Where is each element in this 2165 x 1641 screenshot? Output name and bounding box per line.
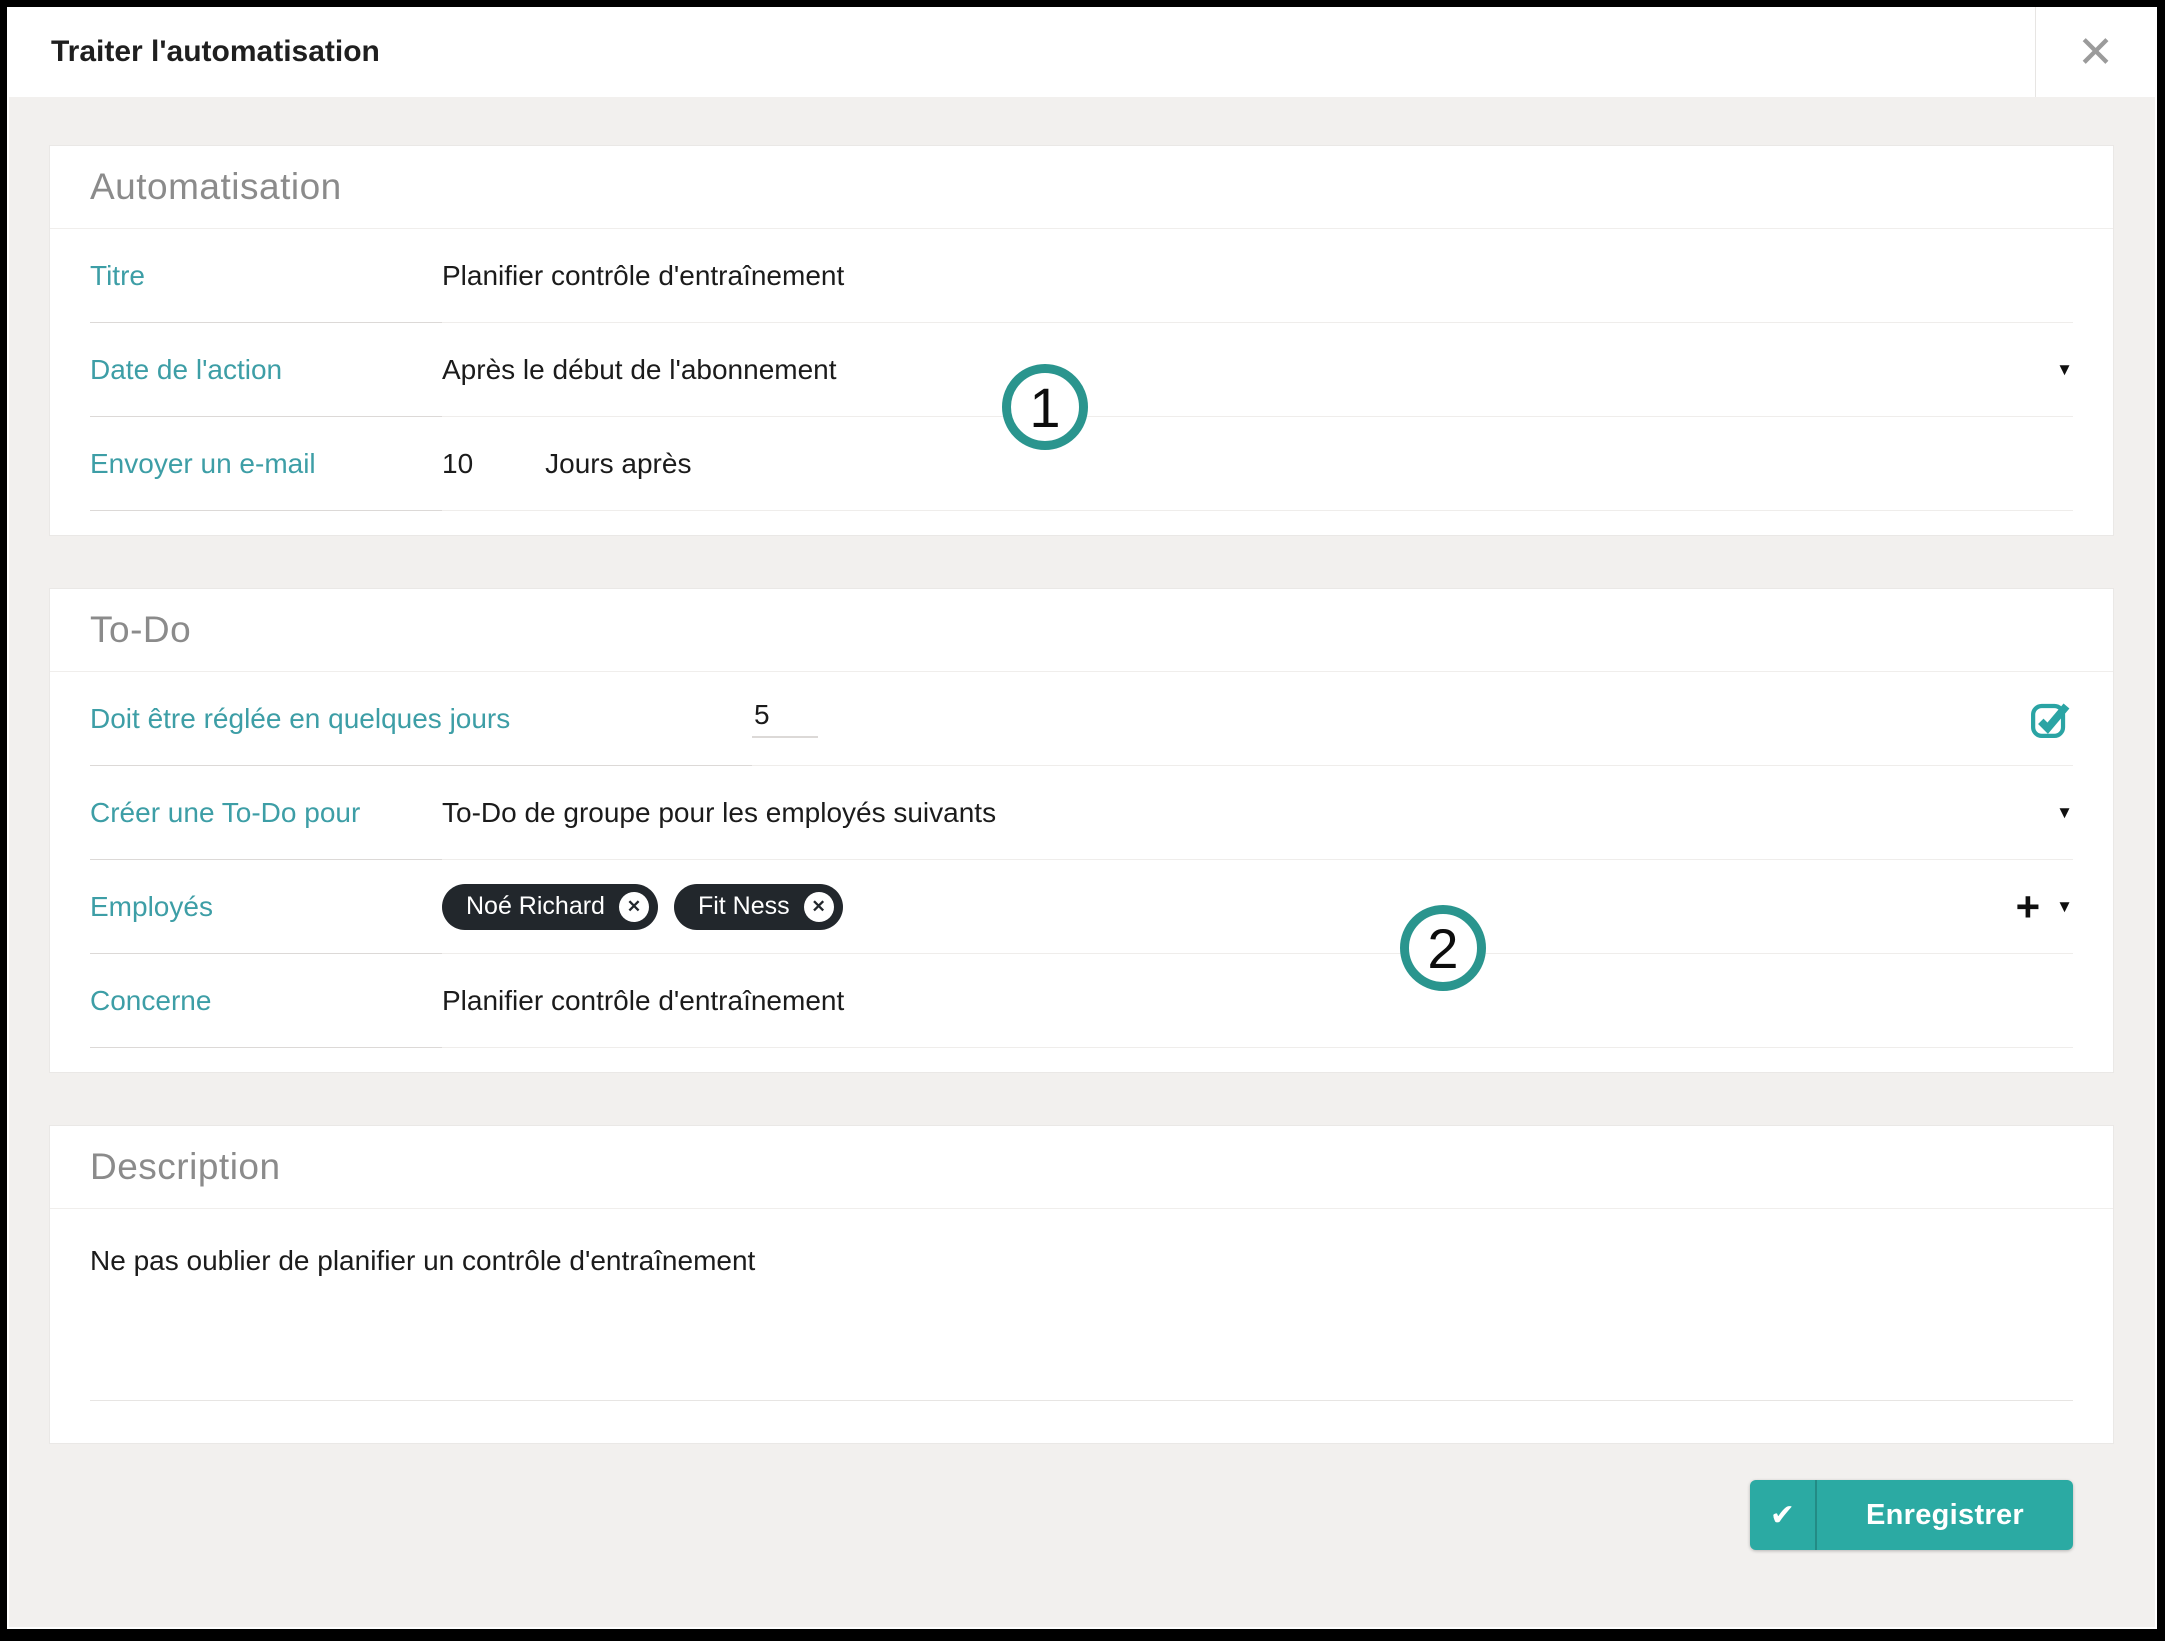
days-count-input[interactable]: 10	[442, 448, 473, 480]
todo-section-title: To-Do	[50, 589, 2113, 672]
due-days-label: Doit être réglée en quelques jours	[90, 703, 752, 735]
save-button[interactable]: ✔ Enregistrer	[1750, 1480, 2073, 1550]
description-section: Description Ne pas oublier de planifier …	[49, 1125, 2114, 1444]
checked-checkbox-icon[interactable]	[2027, 696, 2073, 742]
annotation-step-2: 2	[1400, 905, 1486, 991]
title-input[interactable]: Planifier contrôle d'entraînement	[442, 260, 844, 292]
title-label: Titre	[90, 260, 442, 292]
send-email-label: Envoyer un e-mail	[90, 448, 442, 480]
save-button-label: Enregistrer	[1817, 1499, 2073, 1532]
employee-chips: Noé Richard ✕ Fit Ness ✕	[442, 884, 843, 930]
create-todo-for-label: Créer une To-Do pour	[90, 797, 442, 829]
screenshot-frame: Traiter l'automatisation ✕ Automatisatio…	[0, 0, 2165, 1641]
close-button[interactable]: ✕	[2035, 7, 2155, 97]
todo-rows: Doit être réglée en quelques jours 5 Cré…	[50, 672, 2113, 1072]
employee-chip-name: Noé Richard	[466, 892, 605, 921]
create-todo-for-row: Créer une To-Do pour To-Do de groupe pou…	[90, 766, 2073, 860]
days-after-label: Jours après	[545, 448, 691, 480]
chevron-down-icon[interactable]: ▼	[2056, 898, 2073, 915]
title-row: Titre Planifier contrôle d'entraînement	[90, 229, 2073, 323]
due-days-input[interactable]: 5	[752, 699, 818, 738]
todo-section: To-Do Doit être réglée en quelques jours…	[49, 588, 2114, 1073]
employees-label: Employés	[90, 891, 442, 923]
add-employee-controls: + ▼	[2016, 886, 2073, 928]
employee-chip-name: Fit Ness	[698, 892, 790, 921]
dialog-title: Traiter l'automatisation	[9, 35, 380, 69]
concerns-label: Concerne	[90, 985, 442, 1017]
remove-employee-icon[interactable]: ✕	[804, 892, 834, 922]
automation-section: Automatisation Titre Planifier contrôle …	[49, 145, 2114, 536]
dialog-footer: ✔ Enregistrer	[49, 1444, 2114, 1550]
chevron-down-icon[interactable]: ▼	[2056, 361, 2073, 378]
send-email-row: Envoyer un e-mail 10 Jours après	[90, 417, 2073, 511]
automation-rows: Titre Planifier contrôle d'entraînement …	[50, 229, 2113, 535]
action-date-label: Date de l'action	[90, 354, 442, 386]
dialog-body: Automatisation Titre Planifier contrôle …	[9, 97, 2155, 1627]
automation-section-title: Automatisation	[50, 146, 2113, 229]
employee-chip: Fit Ness ✕	[674, 884, 843, 930]
create-todo-for-select[interactable]: To-Do de groupe pour les employés suivan…	[442, 797, 996, 829]
check-icon: ✔	[1750, 1480, 1817, 1550]
employees-row: Employés Noé Richard ✕ Fit Ness ✕	[90, 860, 2073, 954]
concerns-value[interactable]: Planifier contrôle d'entraînement	[442, 985, 844, 1017]
employee-chip: Noé Richard ✕	[442, 884, 658, 930]
action-date-select[interactable]: Après le début de l'abonnement	[442, 354, 837, 386]
due-days-row: Doit être réglée en quelques jours 5	[90, 672, 2073, 766]
description-section-title: Description	[50, 1126, 2113, 1209]
annotation-step-1: 1	[1002, 364, 1088, 450]
dialog-header: Traiter l'automatisation ✕	[9, 7, 2155, 97]
add-employee-icon[interactable]: +	[2016, 886, 2041, 928]
description-textarea[interactable]: Ne pas oublier de planifier un contrôle …	[90, 1209, 2073, 1401]
close-icon: ✕	[2077, 27, 2114, 78]
concerns-row: Concerne Planifier contrôle d'entraîneme…	[90, 954, 2073, 1048]
automation-dialog: Traiter l'automatisation ✕ Automatisatio…	[7, 7, 2157, 1629]
remove-employee-icon[interactable]: ✕	[619, 892, 649, 922]
chevron-down-icon[interactable]: ▼	[2056, 804, 2073, 821]
